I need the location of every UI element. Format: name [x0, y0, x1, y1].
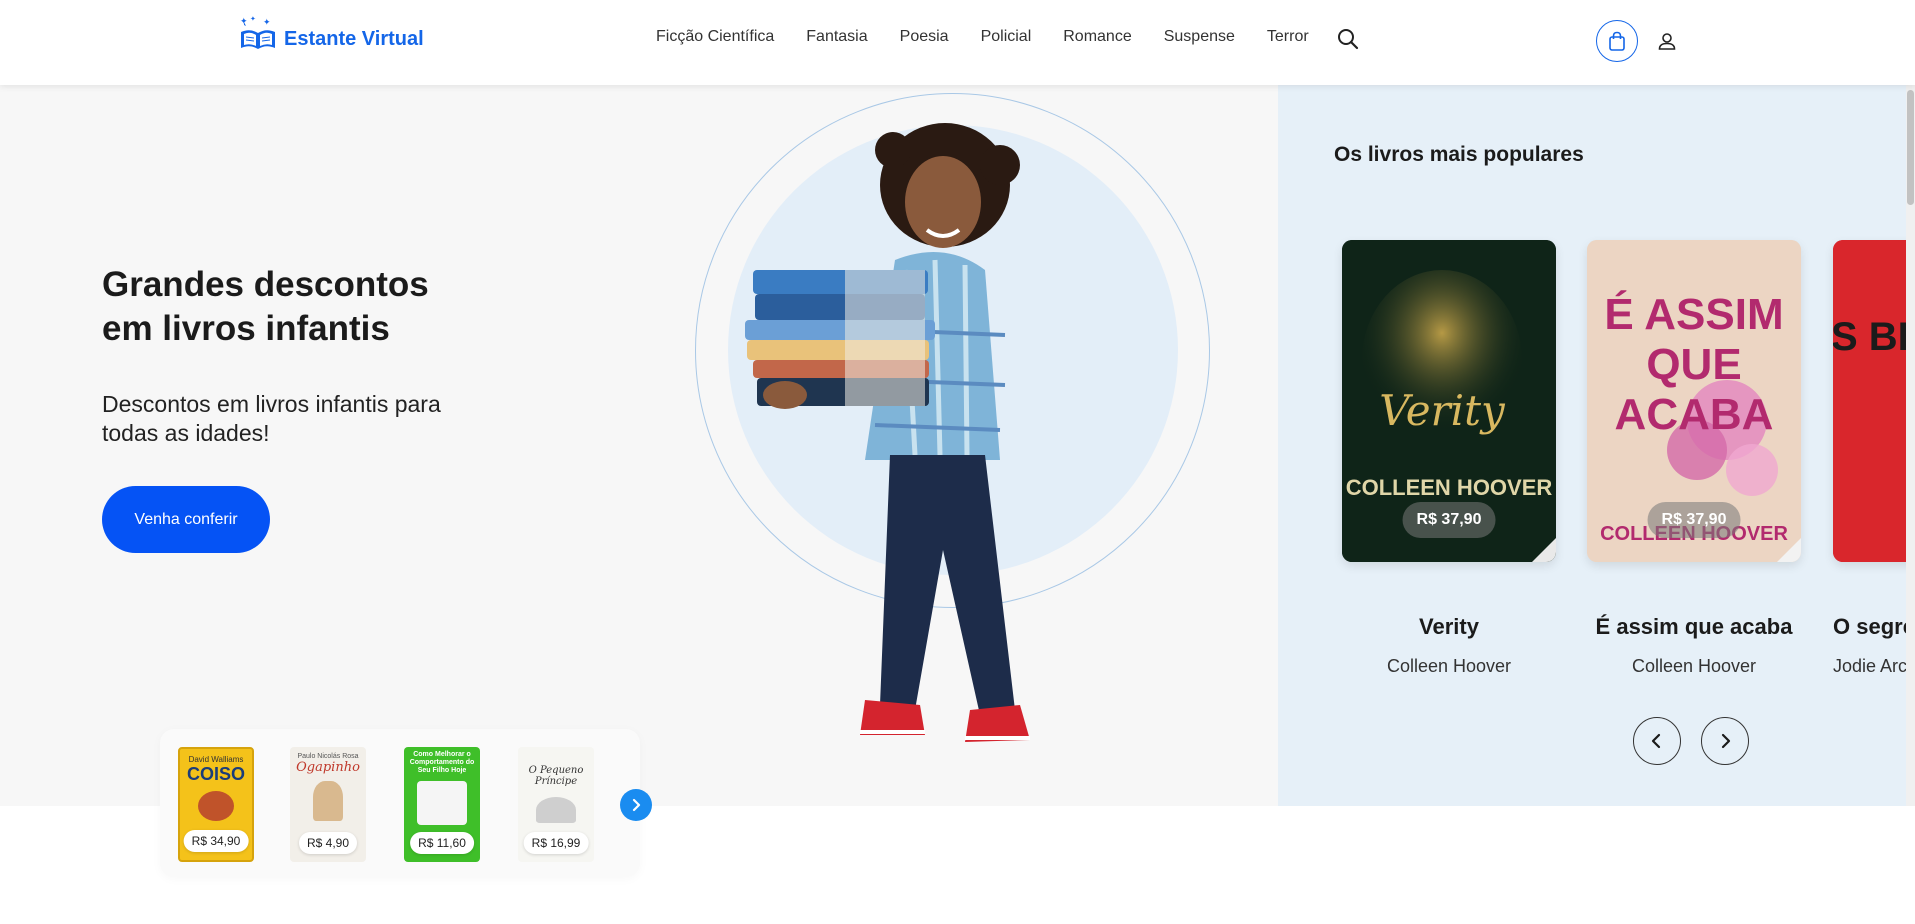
mini-book-price: R$ 11,60: [410, 832, 474, 854]
section-title: Os livros mais populares: [1334, 143, 1584, 166]
mini-book-card[interactable]: David Walliams COISO R$ 34,90: [178, 747, 254, 862]
nav-item-romance[interactable]: Romance: [1063, 28, 1131, 46]
site-header: ✦ ✦ ✦ Estante Virtual Ficção Científica …: [0, 0, 1915, 85]
nav-item-fantasia[interactable]: Fantasia: [806, 28, 867, 46]
mini-book-price: R$ 4,90: [298, 832, 358, 854]
book-cover-title: S BES: [1833, 315, 1915, 359]
book-title[interactable]: Verity: [1342, 614, 1556, 640]
svg-text:✦: ✦: [240, 16, 248, 26]
girl-carrying-books-image: [745, 123, 1030, 742]
mini-book-author: David Walliams: [188, 755, 244, 764]
book-cover-art: S BES: [1833, 240, 1915, 562]
nav-item-suspense[interactable]: Suspense: [1164, 28, 1235, 46]
book-title[interactable]: É assim que acaba: [1587, 614, 1801, 640]
shopping-bag-icon: [1609, 31, 1625, 51]
mini-book-price: R$ 16,99: [523, 832, 589, 854]
book-cover-author: COLLEEN HOOVER: [1346, 475, 1553, 500]
search-icon[interactable]: [1337, 28, 1359, 50]
cta-button[interactable]: Venha conferir: [102, 486, 270, 553]
carousel-prev-button[interactable]: [1633, 717, 1681, 765]
nav-item-ficcao-cientifica[interactable]: Ficção Científica: [656, 28, 774, 46]
user-icon[interactable]: [1656, 30, 1678, 52]
mini-book-price: R$ 34,90: [183, 830, 249, 852]
book-author: Colleen Hoover: [1631, 656, 1757, 676]
book-cover[interactable]: S BES: [1833, 240, 1915, 562]
book-price: R$ 37,90: [1402, 502, 1496, 538]
mini-book-card[interactable]: O Pequeno Príncipe R$ 16,99: [518, 747, 594, 862]
book-cover-title: É ASSIM QUE ACABA: [1604, 290, 1784, 439]
cart-button[interactable]: [1596, 20, 1638, 62]
kids-books-strip: David Walliams COISO R$ 34,90 Paulo Nico…: [160, 729, 640, 877]
book-cover[interactable]: É ASSIM QUE ACABA COLLEEN HOOVER R$ 37,9…: [1587, 240, 1801, 562]
hero-banner: Grandes descontos em livros infantis Des…: [0, 85, 1278, 806]
book-card[interactable]: Verity COLLEEN HOOVER R$ 37,90 Verity Co…: [1342, 240, 1556, 677]
brand-logo[interactable]: ✦ ✦ ✦ Estante Virtual: [238, 14, 424, 54]
svg-text:✦: ✦: [263, 17, 271, 27]
nav-item-terror[interactable]: Terror: [1267, 28, 1309, 46]
book-author: Colleen Hoover: [1386, 656, 1512, 676]
chevron-left-icon: [1651, 733, 1661, 749]
mini-book-card[interactable]: Como Melhorar o Comportamento do Seu Fil…: [404, 747, 480, 862]
chevron-right-icon: [1721, 733, 1731, 749]
hero-subtitle: Descontos em livros infantis para todas …: [102, 391, 441, 446]
book-cover[interactable]: Verity COLLEEN HOOVER R$ 37,90: [1342, 240, 1556, 562]
category-nav: Ficção Científica Fantasia Poesia Polici…: [656, 28, 1341, 46]
book-author: Jodie Arc: [1833, 656, 1908, 676]
book-card[interactable]: S BES O segre Jodie Arc: [1833, 240, 1915, 677]
book-price: R$ 37,90: [1647, 502, 1741, 538]
mini-book-cover-title: Como Melhorar o Comportamento do Seu Fil…: [409, 751, 475, 774]
carousel-next-button[interactable]: [1701, 717, 1749, 765]
book-title[interactable]: O segre: [1833, 614, 1915, 640]
book-card[interactable]: É ASSIM QUE ACABA COLLEEN HOOVER R$ 37,9…: [1587, 240, 1801, 677]
mini-book-cover-title: Ogapinho: [296, 760, 360, 775]
mini-strip-next-button[interactable]: [620, 789, 652, 821]
popular-books-section: Os livros mais populares Verity COLLEEN …: [1278, 85, 1915, 806]
mini-book-cover-title: COISO: [186, 764, 245, 784]
scrollbar-thumb[interactable]: [1907, 90, 1914, 205]
open-book-logo-icon: ✦ ✦ ✦: [240, 15, 275, 49]
nav-item-poesia[interactable]: Poesia: [900, 28, 949, 46]
nav-item-policial[interactable]: Policial: [981, 28, 1032, 46]
brand-name: Estante Virtual: [284, 28, 424, 50]
hero-title: Grandes descontos em livros infantis: [102, 265, 429, 348]
svg-text:✦: ✦: [250, 15, 256, 23]
book-cover-title: Verity: [1379, 386, 1506, 435]
mini-book-author: Paulo Nicolás Rosa: [297, 753, 359, 760]
mini-book-cover-title: O Pequeno Príncipe: [528, 765, 584, 787]
chevron-right-icon: [632, 798, 641, 812]
mini-book-card[interactable]: Paulo Nicolás Rosa Ogapinho R$ 4,90: [290, 747, 366, 862]
